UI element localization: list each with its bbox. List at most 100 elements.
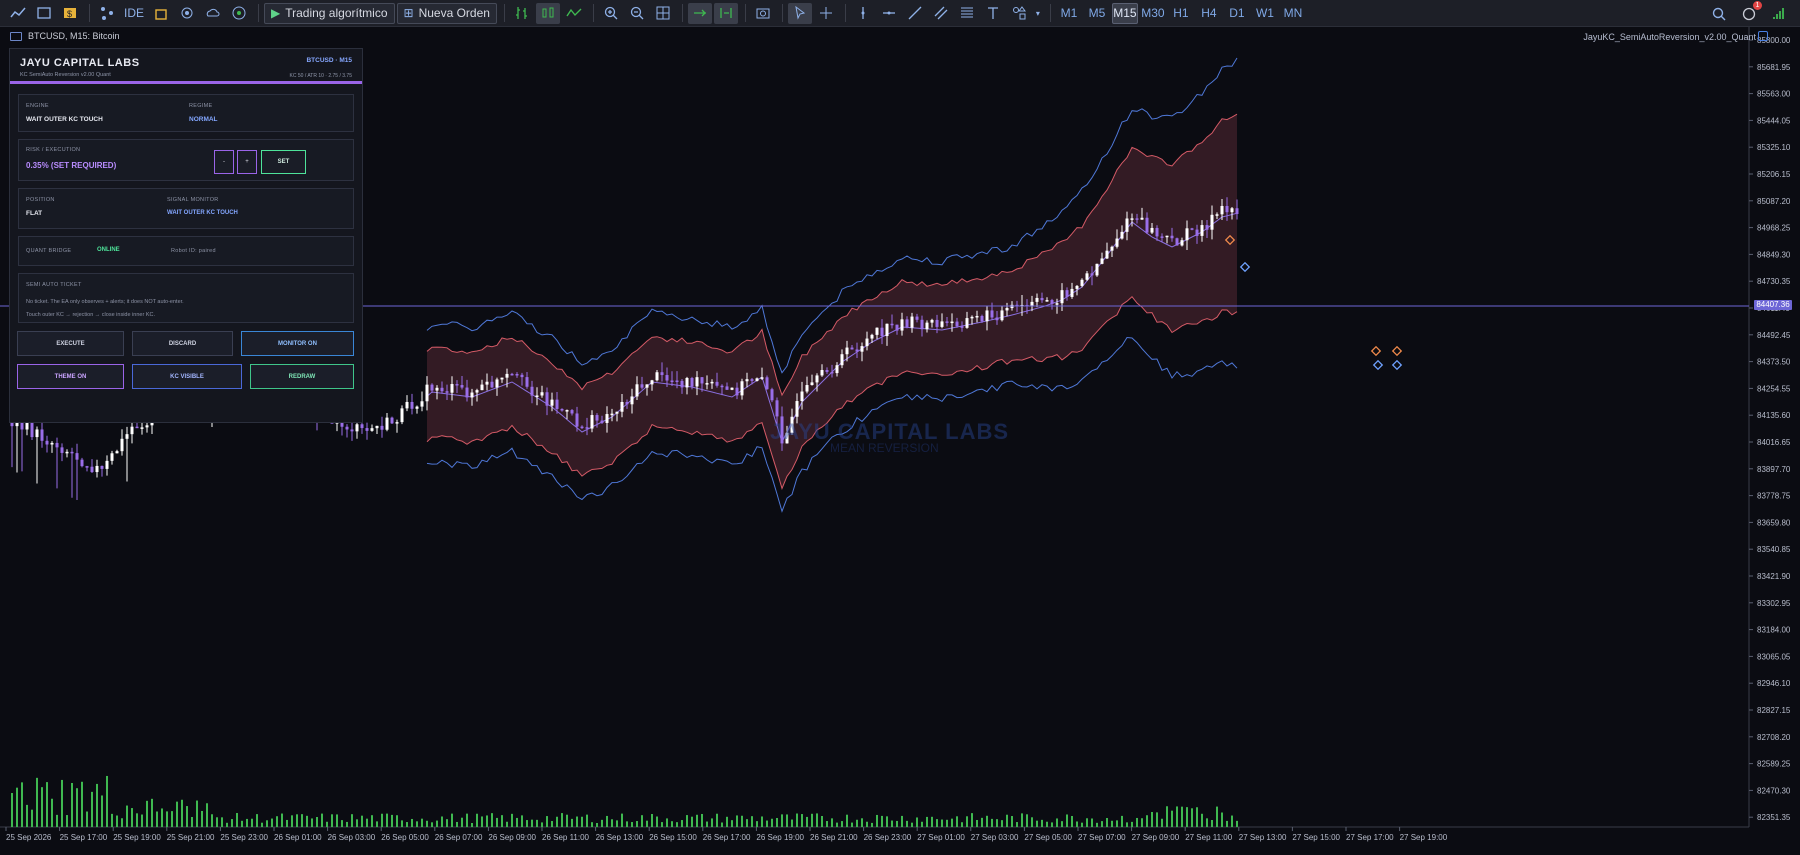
candle-body [135,426,139,429]
grid-icon[interactable] [651,3,675,24]
vps-icon[interactable] [227,3,251,24]
candle-body [60,447,64,453]
candle-body [705,383,709,385]
current-price-tag: 84407.36 [1754,300,1792,310]
volume-bar [601,819,603,827]
candle-body [85,466,89,468]
candle-body [810,382,814,386]
candle-body [895,324,899,331]
volume-bar [526,820,528,827]
candlestick-icon[interactable] [535,2,560,24]
timeframe-m30[interactable]: M30 [1140,3,1166,24]
candle-body [1150,227,1154,233]
candle-body [485,381,489,385]
signal-icon[interactable] [175,3,199,24]
volume-bar [371,815,373,827]
more-tools-chevron-icon[interactable]: ▾ [1033,3,1043,24]
indicator-settings-icon[interactable] [1758,31,1768,41]
volume-bar [1141,818,1143,827]
line-chart-icon[interactable] [562,3,586,24]
new-order-button[interactable]: ⊞ Nueva Orden [396,2,497,24]
cursor-icon[interactable] [787,2,812,24]
bar-chart-icon[interactable] [510,3,534,24]
price-label: 85681.95 [1757,63,1791,72]
redraw-button[interactable]: REDRAW [250,364,354,389]
timeframe-m15[interactable]: M15 [1111,2,1138,24]
algo-trading-button[interactable]: ▶ Trading algorítmico [264,2,395,24]
shapes-icon[interactable] [1007,3,1031,24]
signal-level-icon[interactable] [1768,3,1790,24]
strategy-icon[interactable] [95,3,119,24]
ide-button[interactable]: IDE [121,3,147,24]
account-icon[interactable]: $ [58,3,82,24]
bridge-label: QUANT BRIDGE [26,248,72,254]
volume-bar [681,820,683,827]
candle-body [525,377,529,387]
volume-bar [356,819,358,827]
cloud-icon[interactable] [201,3,225,24]
candle-body [450,384,454,393]
search-icon[interactable] [1708,3,1730,24]
volume-bar [1156,812,1158,827]
channel-icon[interactable] [929,3,953,24]
fibonacci-icon[interactable] [955,3,979,24]
timeframe-h1[interactable]: H1 [1168,3,1194,24]
timeframe-m1[interactable]: M1 [1056,3,1082,24]
notifications-icon[interactable]: 1 [1738,1,1762,24]
candle-body [1110,246,1114,251]
timeframe-mn[interactable]: MN [1280,3,1306,24]
risk-set-button[interactable]: SET [261,150,306,174]
volume-bar [556,816,558,827]
time-label: 25 Sep 17:00 [60,833,108,842]
vertical-line-icon[interactable] [851,3,875,24]
volume-bar [756,821,758,827]
volume-bar [1076,821,1078,827]
zoom-in-icon[interactable] [599,3,623,24]
volume-bar [1226,820,1228,827]
autoscroll-icon[interactable] [687,2,712,24]
trendline-icon[interactable] [903,3,927,24]
timeframe-h4[interactable]: H4 [1196,3,1222,24]
volume-bar [1021,813,1023,827]
volume-bar [426,820,428,827]
candle-body [110,453,114,461]
risk-minus-button[interactable]: - [214,150,234,174]
candle-body [435,387,439,391]
robot-id: Robot ID: paired [171,248,216,254]
candle-body [725,386,729,390]
candle-body [985,310,989,322]
candle-body [400,408,404,423]
risk-plus-button[interactable]: + [237,150,257,174]
timeframe-d1[interactable]: D1 [1224,3,1250,24]
chart-type-icon[interactable] [6,3,30,24]
theme-toggle-button[interactable]: THEME ON [17,364,124,389]
screenshot-icon[interactable] [751,3,775,24]
volume-bar [151,798,153,827]
monitor-toggle-button[interactable]: MONITOR ON [241,331,354,356]
chart-shift-icon[interactable] [713,2,738,24]
kc-visible-button[interactable]: KC VISIBLE [132,364,242,389]
templates-icon[interactable] [32,3,56,24]
panel-subtitle: KC SemiAuto Reversion v2.00 Quant [20,72,111,78]
volume-bar [811,813,813,827]
store-icon[interactable] [149,3,173,24]
volume-bar [1191,808,1193,827]
price-label: 84373.50 [1757,358,1791,367]
volume-bar [541,822,543,827]
timeframe-w1[interactable]: W1 [1252,3,1278,24]
candle-body [875,327,879,335]
execute-button[interactable]: EXECUTE [17,331,124,356]
volume-bar [476,813,478,827]
volume-bar [36,777,38,827]
horizontal-line-icon[interactable] [877,3,901,24]
candle-body [50,442,54,445]
text-tool-icon[interactable] [981,3,1005,24]
discard-button[interactable]: DISCARD [132,331,233,356]
position-card: POSITION FLAT SIGNAL MONITOR WAIT OUTER … [18,188,354,229]
volume-bar [336,814,338,827]
timeframe-m5[interactable]: M5 [1084,3,1110,24]
time-label: 27 Sep 13:00 [1239,833,1287,842]
candle-body [615,411,619,414]
zoom-out-icon[interactable] [625,3,649,24]
crosshair-icon[interactable] [814,3,838,24]
